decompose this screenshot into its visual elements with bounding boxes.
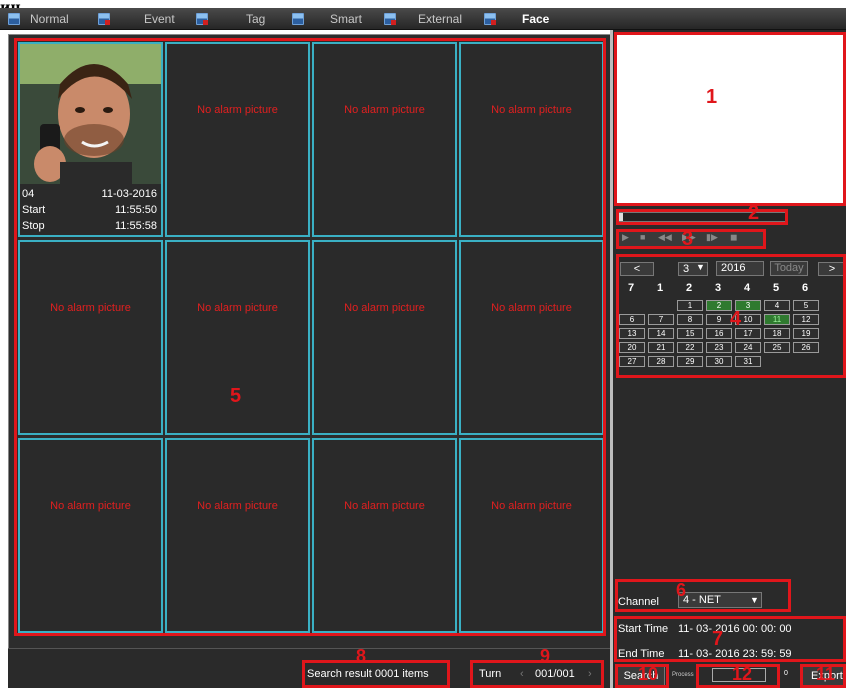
annotation-5: 5 — [230, 385, 242, 407]
annotation-12: 12 — [732, 664, 753, 684]
external-tab-icon — [384, 13, 396, 25]
annotation-box-6 — [615, 579, 791, 612]
tab-external[interactable]: External — [418, 8, 462, 30]
tab-face[interactable]: Face — [522, 8, 549, 30]
tab-event[interactable]: Event — [144, 8, 175, 30]
tag-tab-icon — [196, 13, 208, 25]
annotation-11: 11 — [816, 664, 836, 684]
face-tab-icon — [484, 13, 496, 25]
annotation-3: 3 — [682, 228, 694, 250]
tab-smart[interactable]: Smart — [330, 8, 362, 30]
annotation-box-8 — [302, 660, 450, 688]
annotation-7: 7 — [712, 628, 724, 650]
annotation-10: 10 — [638, 664, 659, 684]
normal-tab-icon — [8, 13, 20, 25]
annotation-box-1 — [614, 32, 846, 206]
tab-normal[interactable]: Normal — [30, 8, 69, 30]
event-tab-icon — [98, 13, 110, 25]
annotation-6: 6 — [676, 580, 687, 600]
annotation-box-5 — [14, 38, 606, 636]
process-label: Process — [672, 672, 694, 678]
annotation-2: 2 — [748, 202, 760, 224]
tab-tag[interactable]: Tag — [246, 8, 265, 30]
annotation-box-9 — [470, 660, 604, 688]
annotation-8: 8 — [356, 646, 367, 666]
tab-bar: Normal Event Tag Smart External Face — [0, 8, 846, 30]
annotation-box-2 — [616, 209, 788, 225]
annotation-4: 4 — [730, 308, 742, 330]
annotation-box-7 — [614, 616, 846, 662]
panel-divider — [610, 30, 613, 688]
smart-tab-icon — [292, 13, 304, 25]
annotation-9: 9 — [540, 646, 551, 666]
annotation-1: 1 — [706, 86, 718, 108]
process-value: 0 — [784, 670, 788, 677]
